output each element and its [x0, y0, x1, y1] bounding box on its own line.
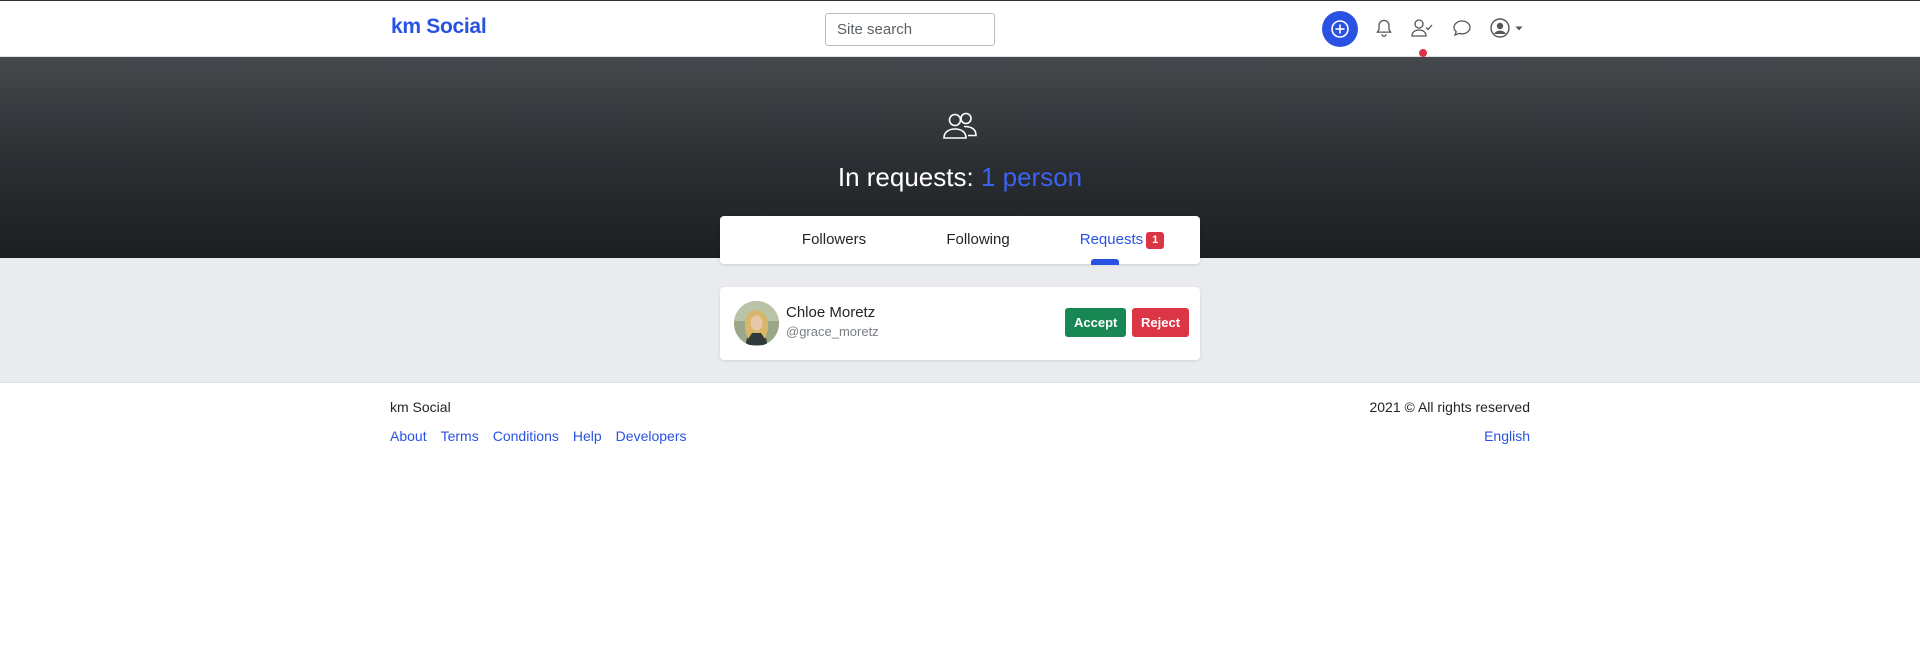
caret-down-icon [1515, 26, 1522, 31]
messages-button[interactable] [1448, 14, 1476, 42]
footer-links: About Terms Conditions Help Developers [390, 428, 687, 444]
account-menu-button[interactable] [1485, 14, 1527, 42]
language-selector[interactable]: English [1484, 428, 1530, 444]
footer-link-about[interactable]: About [390, 428, 427, 444]
active-tab-indicator [1091, 259, 1119, 265]
page-title: In requests: 1 person [837, 162, 1083, 192]
plus-circle-icon [1331, 20, 1349, 38]
site-search-input[interactable] [825, 13, 995, 46]
reject-button[interactable]: Reject [1132, 308, 1190, 337]
footer-copyright: 2021 © All rights reserved [1369, 399, 1530, 415]
tab-requests-label: Requests [1079, 231, 1144, 248]
person-check-icon [1411, 19, 1433, 37]
brand-logo[interactable]: km Social [391, 15, 487, 39]
notifications-button[interactable] [1370, 14, 1398, 42]
accept-button[interactable]: Accept [1065, 308, 1127, 337]
footer-link-help[interactable]: Help [573, 428, 602, 444]
people-icon [943, 112, 977, 139]
request-item: Chloe Moretz @grace_moretz Accept Reject [720, 287, 1200, 360]
bell-icon [1376, 19, 1392, 37]
tab-requests[interactable]: Requests 1 [1052, 216, 1192, 264]
footer-link-developers[interactable]: Developers [616, 428, 687, 444]
footer-link-terms[interactable]: Terms [441, 428, 479, 444]
chat-icon [1453, 20, 1471, 37]
follow-requests-button[interactable] [1408, 14, 1436, 42]
avatar[interactable] [734, 301, 779, 346]
tab-following[interactable]: Following [908, 216, 1048, 264]
user-circle-icon [1489, 18, 1510, 38]
tabs-bar: Followers Following Requests 1 [720, 216, 1200, 264]
tab-followers[interactable]: Followers [764, 216, 904, 264]
user-handle: @grace_moretz [786, 324, 879, 339]
notification-dot [1419, 49, 1427, 57]
footer-brand: km Social [390, 399, 451, 415]
requests-badge: 1 [1146, 232, 1165, 249]
request-count: 1 person [980, 162, 1083, 192]
create-button[interactable] [1322, 11, 1358, 47]
user-name[interactable]: Chloe Moretz [786, 304, 875, 321]
top-navbar: km Social [0, 0, 1920, 57]
footer-link-conditions[interactable]: Conditions [493, 428, 559, 444]
